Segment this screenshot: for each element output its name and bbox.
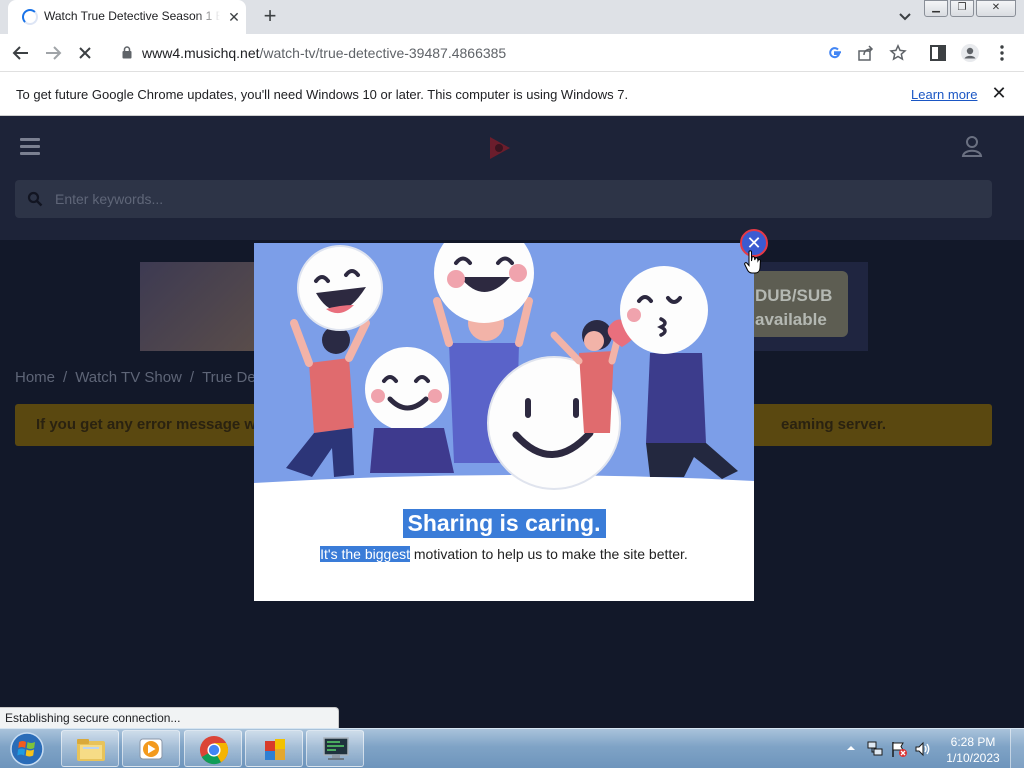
restore-button[interactable]: ❐ bbox=[950, 0, 974, 17]
minimize-button[interactable]: ▁ bbox=[924, 0, 948, 17]
error-notice-text-left: If you get any error message w bbox=[36, 416, 257, 433]
menu-kebab-icon[interactable] bbox=[992, 43, 1012, 63]
breadcrumb-separator: / bbox=[189, 369, 195, 386]
share-icon[interactable] bbox=[857, 44, 875, 62]
folder-icon bbox=[77, 739, 105, 761]
modal-subtitle: It's the biggest motivation to help us t… bbox=[254, 546, 754, 562]
lock-icon[interactable] bbox=[122, 46, 132, 59]
share-modal: Sharing is caring. It's the biggest moti… bbox=[254, 243, 754, 601]
promo-banner-text: DUB/SUB available bbox=[755, 284, 832, 332]
media-player-icon bbox=[139, 738, 163, 760]
site-search-bar bbox=[15, 180, 992, 218]
hand-cursor-icon bbox=[744, 250, 761, 274]
url-text: www4.musichq.net/watch-tv/true-detective… bbox=[142, 45, 506, 61]
tab-strip: Watch True Detective Season 1 Episode 4 … bbox=[0, 0, 1024, 34]
profile-avatar-icon[interactable] bbox=[960, 43, 980, 63]
taskbar-media-player-button[interactable] bbox=[122, 730, 180, 767]
browser-tab[interactable]: Watch True Detective Season 1 Episode 4 … bbox=[8, 0, 246, 34]
happy-people-illustration bbox=[254, 243, 754, 503]
modal-subtitle-rest: motivation to help us to make the site b… bbox=[410, 546, 688, 562]
promo-banner-line-1: DUB/SUB bbox=[755, 286, 833, 305]
clock-date: 1/10/2023 bbox=[946, 751, 1000, 765]
modal-subtitle-highlight: It's the biggest bbox=[320, 546, 410, 562]
loading-spinner-icon bbox=[22, 9, 38, 25]
search-input[interactable] bbox=[55, 180, 955, 218]
new-tab-button[interactable]: + bbox=[258, 5, 282, 29]
system-tray bbox=[844, 739, 934, 759]
address-bar[interactable]: www4.musichq.net/watch-tv/true-detective… bbox=[110, 39, 916, 67]
side-panel-icon[interactable] bbox=[928, 43, 948, 63]
infobar-message: To get future Google Chrome updates, you… bbox=[16, 87, 629, 102]
office-tiles-icon bbox=[265, 739, 285, 760]
forward-arrow-icon[interactable] bbox=[40, 40, 66, 66]
site-logo-play-icon[interactable] bbox=[486, 134, 514, 162]
monitor-icon bbox=[323, 737, 349, 760]
windows-taskbar: 6:28 PM 1/10/2023 bbox=[0, 728, 1024, 768]
update-infobar: To get future Google Chrome updates, you… bbox=[0, 71, 1024, 116]
promo-banner-image[interactable] bbox=[140, 262, 260, 351]
site-header bbox=[0, 116, 1024, 240]
window-close-button[interactable]: ✕ bbox=[976, 0, 1016, 17]
promo-banner-line-2: available bbox=[755, 310, 827, 329]
show-hidden-icons-icon[interactable] bbox=[846, 743, 856, 753]
breadcrumb-tv-shows[interactable]: Watch TV Show bbox=[75, 369, 182, 386]
tab-close-icon[interactable]: ✕ bbox=[226, 9, 242, 25]
action-center-flag-icon[interactable] bbox=[890, 740, 908, 758]
windows-start-button-icon[interactable] bbox=[6, 731, 48, 767]
status-bubble: Establishing secure connection... bbox=[0, 707, 339, 728]
modal-title: Sharing is caring. bbox=[254, 509, 754, 538]
hamburger-menu-icon[interactable] bbox=[20, 138, 40, 155]
volume-icon[interactable] bbox=[914, 740, 932, 758]
learn-more-link[interactable]: Learn more bbox=[911, 87, 977, 102]
clock-time: 6:28 PM bbox=[950, 735, 996, 749]
show-desktop-button[interactable] bbox=[1010, 729, 1024, 768]
tab-search-chevron-icon[interactable] bbox=[896, 8, 914, 26]
breadcrumb-home[interactable]: Home bbox=[15, 369, 55, 386]
search-icon bbox=[27, 191, 43, 207]
google-translate-icon[interactable] bbox=[826, 44, 844, 62]
back-arrow-icon[interactable] bbox=[8, 40, 34, 66]
browser-toolbar: www4.musichq.net/watch-tv/true-detective… bbox=[0, 34, 1024, 71]
window-controls: ▁ ❐ ✕ bbox=[922, 0, 1016, 18]
modal-title-text: Sharing is caring. bbox=[402, 509, 606, 538]
url-path: /watch-tv/true-detective-39487.4866385 bbox=[259, 45, 507, 61]
error-notice-text-right: eaming server. bbox=[781, 416, 887, 433]
url-host: www4.musichq.net bbox=[142, 45, 260, 61]
taskbar-clock[interactable]: 6:28 PM 1/10/2023 bbox=[944, 734, 1002, 766]
taskbar-terminal-button[interactable] bbox=[306, 730, 364, 767]
taskbar-app-button[interactable] bbox=[245, 730, 303, 767]
bookmark-star-icon[interactable] bbox=[889, 44, 907, 62]
tab-title: Watch True Detective Season 1 Episode 4 … bbox=[44, 9, 220, 23]
network-icon[interactable] bbox=[866, 740, 884, 758]
stop-loading-icon[interactable] bbox=[72, 40, 98, 66]
taskbar-chrome-button[interactable] bbox=[184, 730, 242, 767]
taskbar-explorer-button[interactable] bbox=[61, 730, 119, 767]
breadcrumb-separator: / bbox=[63, 369, 68, 386]
user-account-icon[interactable] bbox=[960, 134, 984, 158]
infobar-close-icon[interactable]: ✕ bbox=[991, 84, 1007, 102]
chrome-icon bbox=[199, 735, 229, 765]
